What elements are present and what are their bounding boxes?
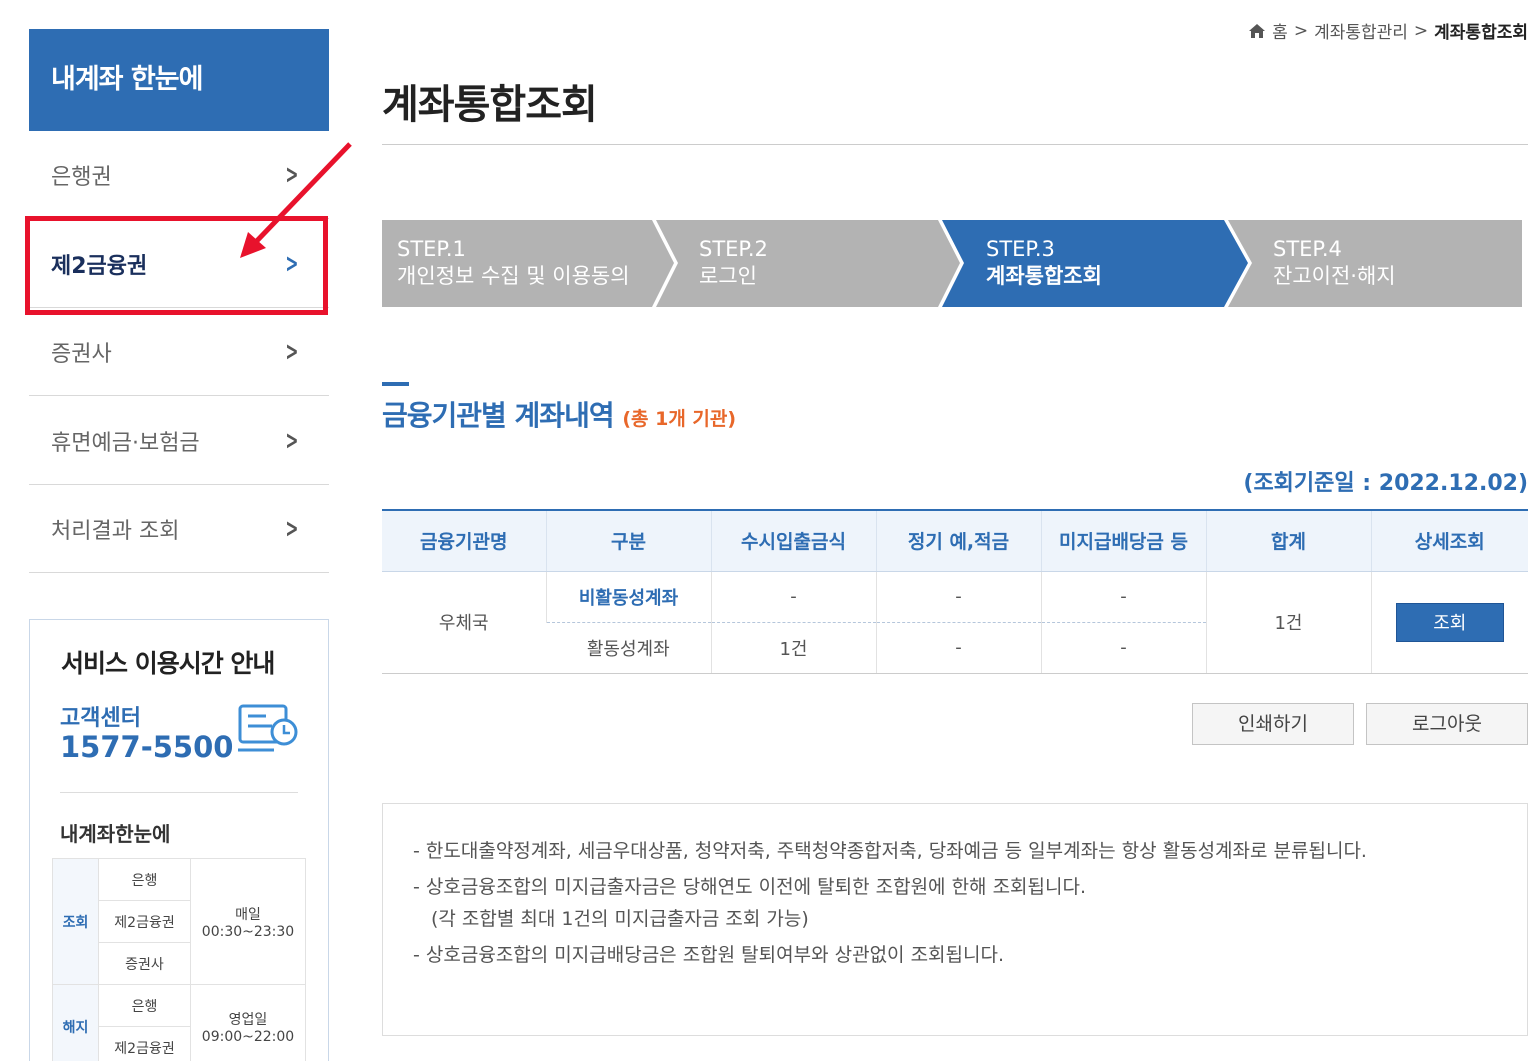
institution-second: 제2금융권	[98, 900, 191, 943]
column-header: 상세조회	[1370, 509, 1528, 572]
sidebar-title: 내계좌 한눈에	[29, 29, 329, 131]
customer-center-label: 고객센터	[60, 706, 141, 731]
notes-box: - 한도대출약정계좌, 세금우대상품, 청약저축, 주택청약종합저축, 당좌예금…	[382, 803, 1528, 1036]
sidebar-item-securities[interactable]: 증권사 >	[29, 308, 329, 396]
institution-second: 제2금융권	[98, 1026, 191, 1061]
institution-bank: 은행	[98, 984, 191, 1027]
reference-date: (조회기준일 : 2022.12.02)	[1243, 471, 1528, 496]
detail-cell: 조회	[1370, 571, 1528, 674]
institution-count: (총 1개 기관)	[622, 408, 737, 430]
institution-securities: 증권사	[98, 942, 191, 985]
column-header: 미지급배당금 등	[1040, 509, 1206, 572]
table-cell: -	[1040, 622, 1206, 674]
step-1: STEP.1 개인정보 수집 및 이용동의	[397, 237, 630, 288]
column-header: 수시입출금식	[710, 509, 876, 572]
column-header: 구분	[545, 509, 711, 572]
chevron-right-icon: >	[1413, 20, 1429, 41]
logout-button[interactable]: 로그아웃	[1366, 703, 1528, 745]
column-header: 합계	[1205, 509, 1371, 572]
total-count: 1건	[1205, 571, 1371, 674]
step-2: STEP.2 로그인	[699, 237, 768, 288]
account-type-inactive[interactable]: 비활동성계좌	[545, 571, 711, 623]
section-title: 금융기관별 계좌내역 (총 1개 기관)	[382, 399, 737, 432]
chevron-right-icon: >	[285, 425, 299, 456]
cancel-hours: 영업일 09:00~22:00	[190, 984, 306, 1061]
sidebar-item-label: 증권사	[51, 341, 112, 367]
table-row: 우체국 비활동성계좌 - - - 1건 조회	[382, 571, 1528, 674]
note-item: - 한도대출약정계좌, 세금우대상품, 청약저축, 주택청약종합저축, 당좌예금…	[413, 840, 1367, 862]
note-item: - 상호금융조합의 미지급배당금은 조합원 탈퇴여부와 상관없이 조회됩니다.	[413, 944, 1005, 966]
column-header: 정기 예,적금	[875, 509, 1041, 572]
chevron-right-icon: >	[285, 336, 299, 367]
annotation-arrow-icon	[240, 142, 352, 258]
table-cell: 1건	[710, 622, 876, 674]
service-hours-box: 서비스 이용시간 안내 고객센터 1577-5500 내계좌한눈에 조회 은행 …	[29, 619, 329, 1061]
sidebar-item-label: 휴면예금·보험금	[51, 430, 200, 456]
page-title: 계좌통합조회	[382, 82, 598, 128]
institution-bank: 은행	[98, 858, 191, 901]
view-button[interactable]: 조회	[1395, 602, 1504, 642]
service-sub-title: 내계좌한눈에	[60, 822, 171, 846]
table-cell: -	[875, 571, 1041, 623]
divider	[60, 792, 298, 793]
table-cell: -	[710, 571, 876, 623]
service-time-icon	[238, 704, 298, 752]
institution-name: 우체국	[382, 571, 546, 674]
sidebar-item-dormant[interactable]: 휴면예금·보험금 >	[29, 397, 329, 485]
step-3: STEP.3 계좌통합조회	[986, 237, 1102, 288]
home-icon	[1249, 23, 1266, 38]
chevron-right-icon: >	[1293, 20, 1309, 41]
customer-center-phone: 1577-5500	[60, 730, 234, 764]
account-type-active: 활동성계좌	[546, 622, 711, 674]
service-title: 서비스 이용시간 안내	[61, 649, 275, 678]
sidebar-item-label: 처리결과 조회	[51, 518, 180, 544]
lookup-hours: 매일 00:30~23:30	[190, 858, 306, 985]
breadcrumb-current: 계좌통합조회	[1434, 23, 1528, 43]
cancel-label: 해지	[52, 984, 99, 1061]
sidebar-item-label: 은행권	[51, 164, 112, 190]
print-button[interactable]: 인쇄하기	[1192, 703, 1354, 745]
table-cell: -	[1040, 571, 1206, 623]
column-header: 금융기관명	[382, 509, 546, 572]
table-cell: -	[875, 622, 1041, 674]
step-4: STEP.4 잔고이전·해지	[1273, 237, 1396, 288]
breadcrumb: 홈 > 계좌통합관리 > 계좌통합조회	[1248, 18, 1528, 43]
section-accent-bar	[382, 382, 409, 386]
breadcrumb-mid[interactable]: 계좌통합관리	[1314, 18, 1408, 43]
lookup-label: 조회	[52, 858, 99, 985]
account-table: 금융기관명 구분 수시입출금식 정기 예,적금 미지급배당금 등 합계 상세조회…	[382, 509, 1528, 674]
divider	[382, 144, 1528, 145]
service-hours-table: 조회 은행 매일 00:30~23:30 제2금융권 증권사 해지 은행 영업일…	[52, 858, 306, 1061]
note-item: (각 조합별 최대 1건의 미지급출자금 조회 가능)	[431, 908, 809, 930]
chevron-right-icon: >	[285, 513, 299, 544]
note-item: - 상호금융조합의 미지급출자금은 당해연도 이전에 탈퇴한 조합원에 한해 조…	[413, 876, 1087, 898]
breadcrumb-home[interactable]: 홈	[1272, 18, 1288, 43]
sidebar-item-results[interactable]: 처리결과 조회 >	[29, 485, 329, 573]
